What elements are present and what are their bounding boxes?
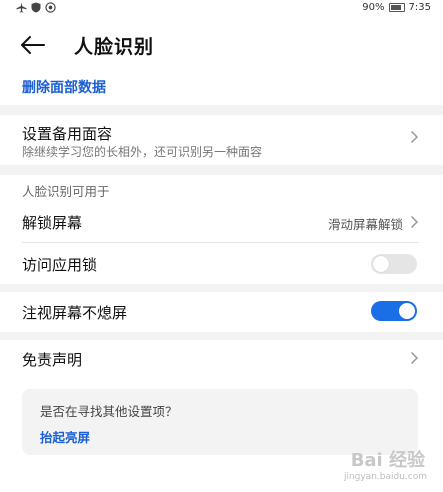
page-title: 人脸识别 — [74, 36, 155, 58]
section-separator — [0, 105, 443, 115]
app-lock-title: 访问应用锁 — [22, 256, 98, 274]
disclaimer-row[interactable]: 免责声明 — [0, 340, 443, 380]
toggle-knob — [399, 303, 415, 319]
app-lock-toggle[interactable] — [371, 254, 417, 274]
status-icons-left — [16, 2, 56, 13]
toggle-knob — [373, 256, 389, 272]
gaze-screen-on-row: 注视屏幕不熄屏 — [0, 292, 443, 332]
disclaimer-title: 免责声明 — [22, 351, 83, 369]
chevron-right-icon — [410, 351, 419, 365]
backup-face-row[interactable]: 设置备用面容 除继续学习您的长相外，还可识别另一种面容 — [0, 115, 443, 165]
usage-section-label: 人脸识别可用于 — [22, 184, 110, 199]
section-separator — [0, 332, 443, 340]
app-header: 人脸识别 — [0, 24, 443, 68]
battery-percent: 90% — [362, 2, 385, 13]
baidu-watermark: Bai 经验 — [350, 450, 425, 471]
status-icons-right: 90% 7:35 — [362, 2, 431, 13]
unlock-screen-row[interactable]: 解锁屏幕 滑动屏幕解锁 — [0, 203, 443, 241]
raise-to-wake-link[interactable]: 抬起亮屏 — [40, 427, 90, 446]
unlock-screen-title: 解锁屏幕 — [22, 214, 83, 232]
gaze-screen-on-title: 注视屏幕不熄屏 — [22, 304, 128, 322]
backup-face-subtitle: 除继续学习您的长相外，还可识别另一种面容 — [22, 145, 263, 159]
location-icon — [45, 2, 56, 13]
delete-face-data-link[interactable]: 删除面部数据 — [22, 77, 106, 97]
backup-face-title: 设置备用面容 — [22, 125, 113, 143]
chevron-right-icon — [410, 130, 419, 144]
baidu-watermark-url: jingyan.baidu.com — [343, 472, 427, 482]
section-separator — [0, 284, 443, 292]
back-arrow-icon[interactable] — [18, 30, 48, 60]
chevron-right-icon — [410, 215, 419, 229]
app-lock-row: 访问应用锁 — [0, 243, 443, 283]
unlock-screen-value: 滑动屏幕解锁 — [327, 217, 403, 232]
status-time: 7:35 — [408, 2, 431, 13]
battery-icon — [388, 3, 405, 12]
suggestion-question: 是否在寻找其他设置项？ — [40, 404, 178, 419]
shield-icon — [31, 2, 41, 13]
airplane-icon — [16, 2, 27, 13]
gaze-screen-on-toggle[interactable] — [371, 301, 417, 321]
section-separator — [0, 165, 443, 175]
status-bar: 90% 7:35 — [0, 0, 443, 18]
